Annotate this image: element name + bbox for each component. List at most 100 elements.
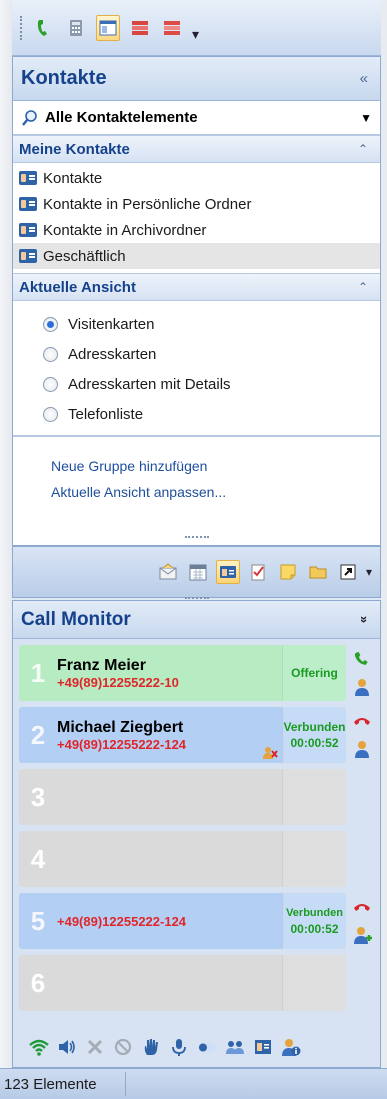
view-option-address-cards[interactable]: Adresskarten [13, 339, 380, 369]
do-not-disturb-icon[interactable] [113, 1037, 133, 1057]
speaker-icon[interactable] [57, 1037, 77, 1057]
call-monitor-toolbar [13, 1027, 380, 1067]
call-actions [350, 769, 374, 825]
tasks-nav-button[interactable] [246, 560, 270, 584]
call-status-label: Offering [291, 666, 338, 680]
navigation-icon-bar: ▾ [12, 546, 381, 599]
list-view-red-alt-button[interactable] [160, 15, 184, 41]
calendar-nav-button[interactable] [186, 560, 210, 584]
record-toggle-icon[interactable] [197, 1037, 217, 1057]
answer-call-icon[interactable] [352, 649, 372, 669]
current-view-section-header[interactable]: Aktuelle Ansicht ⌃ [13, 273, 380, 301]
notes-nav-button[interactable] [276, 560, 300, 584]
contact-person-icon[interactable] [352, 677, 372, 697]
view-option-detailed-address-cards[interactable]: Adresskarten mit Details [13, 369, 380, 399]
radio-button[interactable] [43, 316, 58, 332]
collapse-up-icon[interactable]: ⌃ [358, 280, 368, 294]
folder-item-personal[interactable]: Kontakte in Persönliche Ordner [13, 191, 380, 217]
restricted-contact-icon [263, 747, 278, 759]
conference-icon[interactable] [225, 1037, 245, 1057]
radio-button[interactable] [43, 406, 58, 422]
call-actions [350, 955, 374, 1011]
view-option-label: Adresskarten [68, 345, 157, 363]
mail-nav-button[interactable] [156, 560, 180, 584]
folder-item-kontakte[interactable]: Kontakte [13, 165, 380, 191]
call-line-body[interactable]: 6 [19, 955, 346, 1011]
contacts-nav-button[interactable] [215, 560, 240, 584]
wifi-connection-icon[interactable] [29, 1037, 49, 1057]
call-status-label: Verbunden [283, 720, 346, 734]
radio-button[interactable] [43, 346, 58, 362]
call-line-body[interactable]: 3 [19, 769, 346, 825]
folder-filter-label: Alle Kontaktelemente [45, 109, 198, 126]
call-line[interactable]: 6 [19, 955, 374, 1011]
calendar-icon [189, 564, 207, 581]
folder-item-archive[interactable]: Kontakte in Archivordner [13, 217, 380, 243]
list-view-red-button[interactable] [128, 15, 152, 41]
call-line[interactable]: 2 Michael Ziegbert +49(89)12255222-124 V… [19, 707, 374, 763]
call-status [282, 955, 346, 1011]
window-layout-icon [99, 20, 117, 35]
envelope-icon [159, 563, 177, 580]
line-number: 6 [30, 967, 46, 998]
hang-up-icon[interactable] [352, 897, 372, 917]
call-line[interactable]: 5 +49(89)12255222-124 Verbunden 00:00:52 [19, 893, 374, 949]
contact-card-icon [19, 197, 37, 211]
view-option-business-cards[interactable]: Visitenkarten [13, 309, 380, 339]
configure-buttons-chevron-icon[interactable]: ▾ [366, 565, 372, 579]
collapse-up-icon[interactable]: ⌃ [358, 142, 368, 156]
my-contacts-section-header[interactable]: Meine Kontakte ⌃ [13, 135, 380, 163]
call-line-body[interactable]: 4 [19, 831, 346, 887]
call-monitor-phone-button[interactable] [32, 15, 56, 41]
call-status [282, 831, 346, 887]
calculator-button[interactable] [64, 15, 88, 41]
view-option-label: Adresskarten mit Details [68, 375, 231, 393]
folder-item-label: Geschäftlich [43, 247, 126, 265]
navigation-pane: Kontakte « Alle Kontaktelemente ▼ Meine … [12, 56, 381, 546]
top-toolbar: ▾ [12, 0, 381, 56]
contact-person-icon[interactable] [352, 739, 372, 759]
caller-info: Michael Ziegbert +49(89)12255222-124 [57, 707, 282, 763]
call-status: Verbunden 00:00:52 [282, 893, 346, 949]
hold-hand-icon[interactable] [141, 1037, 161, 1057]
current-view-options: Visitenkarten Adresskarten Adresskarten … [13, 301, 380, 437]
call-line-body[interactable]: 1 Franz Meier +49(89)12255222-10 Offerin… [19, 645, 346, 701]
search-contacts-icon [22, 109, 37, 126]
collapse-pane-button[interactable]: « [360, 70, 368, 87]
call-status: Verbunden 00:00:52 [282, 707, 346, 763]
window-layout-button[interactable] [96, 14, 120, 41]
folder-icon [309, 566, 327, 579]
call-line[interactable]: 1 Franz Meier +49(89)12255222-10 Offerin… [19, 645, 374, 701]
microphone-icon[interactable] [169, 1037, 189, 1057]
contact-info-icon[interactable] [281, 1037, 301, 1057]
folder-item-label: Kontakte in Persönliche Ordner [43, 195, 252, 213]
call-line[interactable]: 4 [19, 831, 374, 887]
address-book-icon[interactable] [253, 1037, 273, 1057]
add-group-link[interactable]: Neue Gruppe hinzufügen [51, 453, 380, 479]
hang-up-icon[interactable] [352, 711, 372, 731]
caller-phone: +49(89)12255222-124 [57, 736, 187, 752]
calculator-icon [70, 19, 82, 36]
toolbar-overflow-icon[interactable]: ▾ [192, 26, 199, 43]
right-window-edge [381, 0, 387, 1068]
call-monitor-header: Call Monitor » [13, 601, 380, 639]
call-line-body[interactable]: 5 +49(89)12255222-124 Verbunden 00:00:52 [19, 893, 346, 949]
expand-down-icon[interactable]: » [357, 616, 372, 623]
folders-nav-button[interactable] [306, 560, 330, 584]
call-line-body[interactable]: 2 Michael Ziegbert +49(89)12255222-124 V… [19, 707, 346, 763]
toolbar-grip-icon[interactable] [20, 15, 24, 40]
customize-view-link[interactable]: Aktuelle Ansicht anpassen... [51, 479, 380, 505]
radio-button[interactable] [43, 376, 58, 392]
caller-info: +49(89)12255222-124 [57, 893, 282, 949]
contact-card-icon [19, 249, 37, 263]
folder-filter-dropdown[interactable]: Alle Kontaktelemente ▼ [13, 101, 380, 135]
view-option-label: Visitenkarten [68, 315, 155, 333]
my-contacts-title: Meine Kontakte [19, 140, 130, 158]
pane-splitter-grip[interactable] [184, 536, 209, 539]
add-contact-icon[interactable] [352, 925, 372, 945]
call-line[interactable]: 3 [19, 769, 374, 825]
view-option-phone-list[interactable]: Telefonliste [13, 399, 380, 429]
cancel-x-icon[interactable] [85, 1037, 105, 1057]
shortcuts-nav-button[interactable] [336, 560, 360, 584]
folder-item-business[interactable]: Geschäftlich [13, 243, 380, 269]
